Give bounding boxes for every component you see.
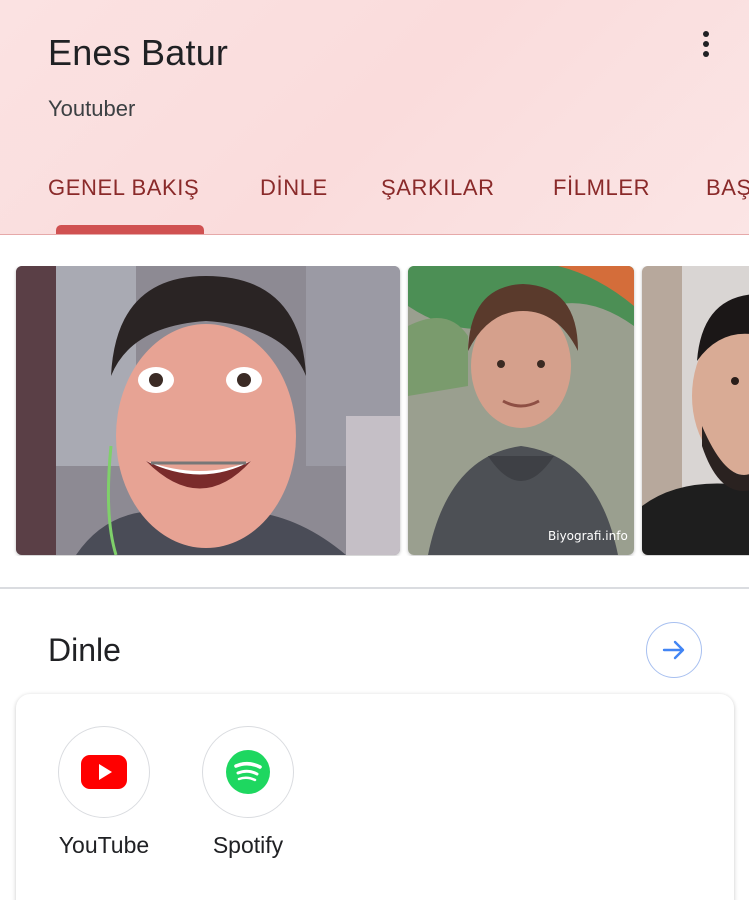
arrow-right-icon[interactable] [646, 622, 702, 678]
section-divider [0, 587, 749, 589]
photo-2[interactable]: Biyografi.info [408, 266, 634, 555]
listen-apps-card: YouTube Spotify [16, 694, 734, 900]
app-label: YouTube [58, 832, 150, 858]
watermark-text: Biyografi.info [548, 529, 628, 543]
entity-subtitle: Youtuber [48, 96, 136, 121]
tab-genel-bakis[interactable]: GENEL BAKIŞ [48, 175, 199, 201]
listen-section-title: Dinle [48, 632, 121, 668]
spotify-icon [226, 750, 270, 794]
tab-sarkilar[interactable]: ŞARKILAR [381, 175, 495, 201]
app-spotify[interactable]: Spotify [198, 726, 298, 859]
entity-title: Enes Batur [48, 32, 229, 73]
tab-filmler[interactable]: FİLMLER [553, 175, 650, 201]
knowledge-panel-header: Enes Batur Youtuber GENEL BAKIŞ DİNLE ŞA… [0, 0, 749, 235]
youtube-icon [81, 755, 127, 789]
youtube-app-circle[interactable] [58, 726, 150, 818]
app-youtube[interactable]: YouTube [54, 726, 154, 859]
tab-bar: GENEL BAKIŞ DİNLE ŞARKILAR FİLMLER BAŞ [0, 160, 749, 235]
tab-bas[interactable]: BAŞ [706, 175, 749, 201]
image-carousel[interactable]: Biyografi.info [0, 266, 749, 556]
more-vert-icon[interactable] [690, 26, 722, 62]
photo-3[interactable] [642, 266, 749, 555]
app-label: Spotify [212, 832, 284, 858]
spotify-app-circle[interactable] [202, 726, 294, 818]
photo-1[interactable] [16, 266, 400, 555]
selected-tab-indicator [56, 225, 204, 234]
tab-dinle[interactable]: DİNLE [260, 175, 328, 201]
